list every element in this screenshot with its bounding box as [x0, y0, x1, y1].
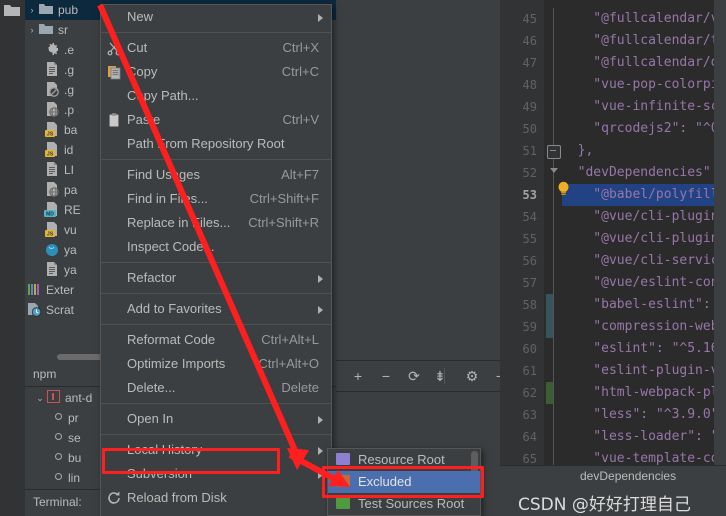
ide-window: › pub › sr .e .g .g .p JS ba JS id LI pa MD RE JS vu ya ya E…: [0, 0, 726, 516]
annotation-arrows: [97, 3, 350, 487]
